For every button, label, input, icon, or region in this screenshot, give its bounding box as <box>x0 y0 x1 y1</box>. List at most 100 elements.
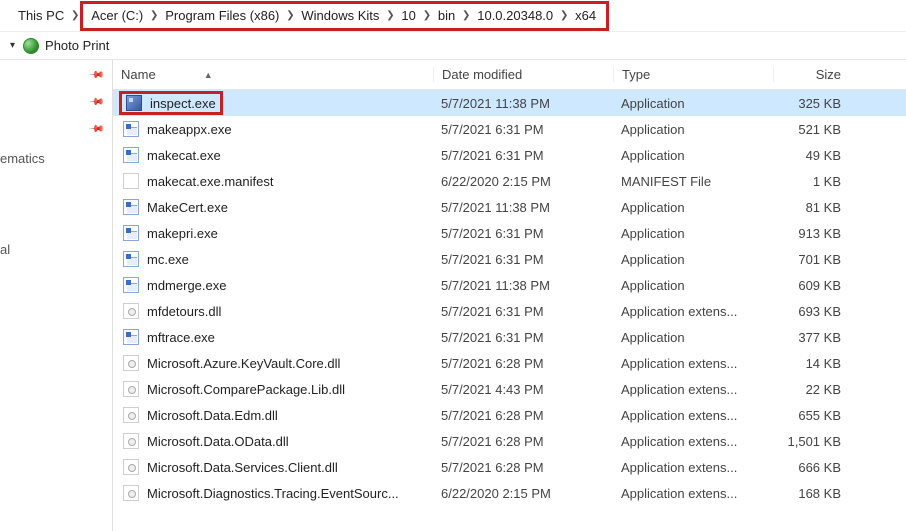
nav-item[interactable]: 📌 <box>0 120 112 139</box>
nav-item[interactable] <box>0 200 112 208</box>
file-row[interactable]: makecat.exe5/7/2021 6:31 PMApplication49… <box>113 142 906 168</box>
file-size: 81 KB <box>773 200 853 215</box>
nav-item[interactable]: 📌 <box>0 66 112 85</box>
file-row[interactable]: Microsoft.Data.Services.Client.dll5/7/20… <box>113 454 906 480</box>
chevron-right-icon[interactable]: ❯ <box>385 10 395 21</box>
pin-icon: 📌 <box>87 67 104 84</box>
file-row[interactable]: Microsoft.ComparePackage.Lib.dll5/7/2021… <box>113 376 906 402</box>
file-name-cell: Microsoft.Diagnostics.Tracing.EventSourc… <box>113 485 433 501</box>
nav-item[interactable]: ematics <box>0 147 112 170</box>
dll-file-icon <box>123 407 139 423</box>
file-date: 5/7/2021 6:31 PM <box>433 330 613 345</box>
file-date: 5/7/2021 11:38 PM <box>433 278 613 293</box>
highlight-box: inspect.exe <box>119 91 223 115</box>
chevron-right-icon[interactable]: ❯ <box>461 10 471 21</box>
dll-file-icon <box>123 459 139 475</box>
file-date: 6/22/2020 2:15 PM <box>433 486 613 501</box>
chevron-right-icon[interactable]: ❯ <box>422 10 432 21</box>
file-type: Application <box>613 148 773 163</box>
column-header-date[interactable]: Date modified <box>433 67 613 82</box>
chevron-right-icon[interactable]: ❯ <box>70 10 80 21</box>
file-type: Application extens... <box>613 434 773 449</box>
file-row[interactable]: makecat.exe.manifest6/22/2020 2:15 PMMAN… <box>113 168 906 194</box>
nav-item[interactable]: 📌 <box>0 93 112 112</box>
main-area: 📌 📌 📌 ematics al Name ▲ Date modified Type S… <box>0 60 906 531</box>
breadcrumb-label: x64 <box>573 8 598 23</box>
column-header-size[interactable]: Size <box>773 67 853 82</box>
photo-print-icon <box>23 38 39 54</box>
exe-file-icon <box>123 147 139 163</box>
address-bar[interactable]: This PC ❯ Acer (C:)❯Program Files (x86)❯… <box>0 0 906 32</box>
dll-file-icon <box>123 485 139 501</box>
photo-print-button[interactable]: Photo Print <box>23 38 109 54</box>
exe-file-icon <box>123 121 139 137</box>
file-name: mfdetours.dll <box>147 304 221 319</box>
breadcrumb-item[interactable]: bin <box>432 6 461 25</box>
file-row[interactable]: mdmerge.exe5/7/2021 11:38 PMApplication6… <box>113 272 906 298</box>
breadcrumb-label: Program Files (x86) <box>163 8 281 23</box>
file-name-cell: makepri.exe <box>113 225 433 241</box>
navigation-pane[interactable]: 📌 📌 📌 ematics al <box>0 60 112 531</box>
file-date: 5/7/2021 6:31 PM <box>433 226 613 241</box>
file-type: Application <box>613 122 773 137</box>
breadcrumb-item[interactable]: Windows Kits <box>295 6 385 25</box>
file-row[interactable]: makepri.exe5/7/2021 6:31 PMApplication91… <box>113 220 906 246</box>
file-date: 6/22/2020 2:15 PM <box>433 174 613 189</box>
file-row[interactable]: Microsoft.Azure.KeyVault.Core.dll5/7/202… <box>113 350 906 376</box>
file-list-pane: Name ▲ Date modified Type Size inspect.e… <box>113 60 906 531</box>
file-size: 521 KB <box>773 122 853 137</box>
file-size: 22 KB <box>773 382 853 397</box>
file-row[interactable]: inspect.exe5/7/2021 11:38 PMApplication3… <box>113 90 906 116</box>
dll-file-icon <box>123 355 139 371</box>
file-name: MakeCert.exe <box>147 200 228 215</box>
column-type-label: Type <box>622 67 650 82</box>
file-type: Application extens... <box>613 382 773 397</box>
column-header-type[interactable]: Type <box>613 67 773 82</box>
breadcrumb-label: 10.0.20348.0 <box>475 8 555 23</box>
breadcrumb-item[interactable]: x64 <box>569 6 602 25</box>
chevron-right-icon[interactable]: ❯ <box>559 10 569 21</box>
column-name-label: Name <box>121 67 156 82</box>
breadcrumb-item[interactable]: 10.0.20348.0 <box>471 6 559 25</box>
file-type: Application <box>613 96 773 111</box>
file-row[interactable]: mftrace.exe5/7/2021 6:31 PMApplication37… <box>113 324 906 350</box>
file-row[interactable]: mc.exe5/7/2021 6:31 PMApplication701 KB <box>113 246 906 272</box>
dropdown-arrow-icon[interactable]: ▾ <box>6 38 19 53</box>
file-type: Application extens... <box>613 356 773 371</box>
file-row[interactable]: MakeCert.exe5/7/2021 11:38 PMApplication… <box>113 194 906 220</box>
file-date: 5/7/2021 6:31 PM <box>433 148 613 163</box>
file-name-cell: mc.exe <box>113 251 433 267</box>
file-row[interactable]: makeappx.exe5/7/2021 6:31 PMApplication5… <box>113 116 906 142</box>
file-row[interactable]: Microsoft.Diagnostics.Tracing.EventSourc… <box>113 480 906 506</box>
file-date: 5/7/2021 6:28 PM <box>433 356 613 371</box>
nav-item[interactable]: al <box>0 238 112 261</box>
breadcrumb-item[interactable]: Acer (C:) <box>85 6 149 25</box>
file-date: 5/7/2021 6:31 PM <box>433 304 613 319</box>
file-row[interactable]: mfdetours.dll 5/7/2021 6:31 PMApplication… <box>113 298 906 324</box>
column-header-name[interactable]: Name ▲ <box>113 67 433 82</box>
chevron-right-icon[interactable]: ❯ <box>149 10 159 21</box>
file-name-cell: Microsoft.Data.OData.dll <box>113 433 433 449</box>
file-name: mc.exe <box>147 252 189 267</box>
file-size: 666 KB <box>773 460 853 475</box>
exe-file-icon <box>123 277 139 293</box>
breadcrumb-item[interactable]: Program Files (x86) <box>159 6 285 25</box>
file-type: Application extens... <box>613 304 773 319</box>
file-rows: inspect.exe5/7/2021 11:38 PMApplication3… <box>113 90 906 506</box>
file-row[interactable]: Microsoft.Data.OData.dll5/7/2021 6:28 PM… <box>113 428 906 454</box>
file-date: 5/7/2021 11:38 PM <box>433 96 613 111</box>
file-row[interactable]: Microsoft.Data.Edm.dll5/7/2021 6:28 PMAp… <box>113 402 906 428</box>
file-size: 14 KB <box>773 356 853 371</box>
column-date-label: Date modified <box>442 67 522 82</box>
photo-print-label: Photo Print <box>45 38 109 53</box>
file-type: Application extens... <box>613 486 773 501</box>
nav-item-label: ematics <box>0 151 45 166</box>
exe-file-icon <box>123 329 139 345</box>
breadcrumb-root[interactable]: This PC <box>12 6 70 25</box>
breadcrumb-item[interactable]: 10 <box>395 6 421 25</box>
exe-file-icon <box>123 225 139 241</box>
chevron-right-icon[interactable]: ❯ <box>285 10 295 21</box>
file-name-cell: makecat.exe <box>113 147 433 163</box>
file-size: 168 KB <box>773 486 853 501</box>
dll-file-icon <box>123 433 139 449</box>
